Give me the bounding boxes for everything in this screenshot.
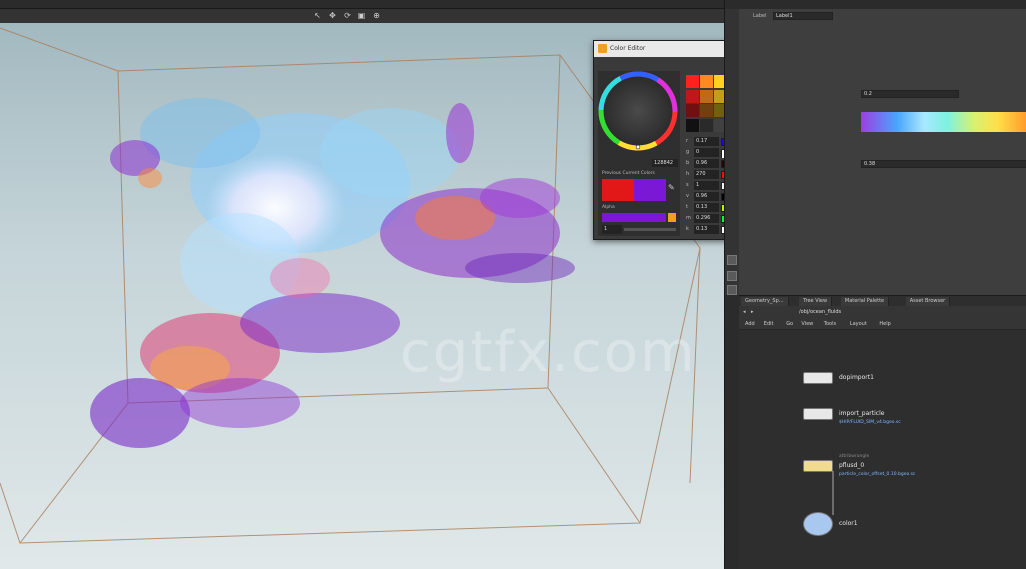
wheel-marker[interactable] xyxy=(635,144,641,150)
channel-value-field[interactable]: 0.17 xyxy=(694,137,719,146)
label-field[interactable]: Label1 xyxy=(773,12,833,20)
move-icon[interactable]: ✥ xyxy=(328,11,337,20)
node-name: pflusd_0 xyxy=(839,462,865,469)
node-comment: $HIP/FLUID_SIM_v4.bgeo.sc xyxy=(839,420,901,425)
houdini-logo-icon xyxy=(598,44,607,53)
channel-value-field[interactable]: 0.96 xyxy=(694,192,719,201)
position-field[interactable]: 0.2 xyxy=(861,90,959,98)
forward-icon[interactable]: ▸ xyxy=(751,309,754,315)
palette-swatch[interactable] xyxy=(699,75,713,88)
network-path-bar: ◂ ▸ /obj/ocean_fluids xyxy=(739,306,1026,318)
menu-view[interactable]: View xyxy=(801,321,813,327)
color-wheel-panel: 128842 Previous Current Colors ✎ Alpha 1 xyxy=(598,71,680,236)
viewport-toolbar: ↖ ✥ ⟳ ▣ ⊕ xyxy=(0,9,724,23)
previous-current-label: Previous Current Colors xyxy=(602,171,655,176)
back-icon[interactable]: ◂ xyxy=(743,309,746,315)
channel-value-field[interactable]: 0.296 xyxy=(694,214,719,223)
palette-swatch[interactable] xyxy=(699,118,713,132)
channel-label: t xyxy=(686,204,688,210)
channel-value-field[interactable]: 270 xyxy=(694,170,719,179)
network-tab[interactable]: Geometry_Sp... xyxy=(741,297,789,306)
menu-help[interactable]: Help xyxy=(879,321,890,327)
channel-value-field[interactable]: 0 xyxy=(694,148,719,157)
network-tab[interactable]: Material Palette xyxy=(840,297,890,306)
network-tab[interactable]: Asset Browser xyxy=(905,297,951,306)
node-wires xyxy=(832,471,834,515)
node-name: import_particle xyxy=(839,410,885,417)
hex-field[interactable]: 128842 xyxy=(652,159,678,167)
channel-label: s xyxy=(686,182,689,188)
node-name: color1 xyxy=(839,520,858,527)
snap-icon[interactable]: ⊕ xyxy=(372,11,381,20)
label-label: Label xyxy=(753,13,767,19)
palette-swatch[interactable] xyxy=(686,89,699,103)
menu-layout[interactable]: Layout xyxy=(850,321,867,327)
channel-label: k xyxy=(686,226,689,232)
menu-edit[interactable]: Edit xyxy=(764,321,774,327)
ramp-value-field[interactable]: 0.38 xyxy=(861,160,1026,168)
network-icon-strip xyxy=(725,295,739,569)
node-name: dopimport1 xyxy=(839,374,874,381)
channel-label: g xyxy=(686,149,690,155)
menu-go[interactable]: Go xyxy=(786,321,793,327)
panel-tool-icon[interactable] xyxy=(727,285,737,295)
viewport-topbar xyxy=(0,0,724,9)
network-path[interactable]: /obj/ocean_fluids xyxy=(799,309,841,315)
palette-swatch[interactable] xyxy=(686,75,699,88)
palette-swatch[interactable] xyxy=(699,89,713,103)
node-body[interactable] xyxy=(803,372,833,384)
alpha-swatch xyxy=(602,213,666,222)
current-color-swatch[interactable] xyxy=(634,179,666,201)
palette-swatch[interactable] xyxy=(686,104,699,117)
channel-label: b xyxy=(686,160,690,166)
houdini-app: ↖ ✥ ⟳ ▣ ⊕ cgtfx.com Color Editor 128842 … xyxy=(0,0,1026,569)
channel-value-field[interactable]: 1 xyxy=(694,181,719,190)
color-wheel[interactable] xyxy=(598,71,680,151)
panel-tool-icon[interactable] xyxy=(727,271,737,281)
alpha-slider[interactable] xyxy=(624,228,676,231)
previous-color-swatch[interactable] xyxy=(602,179,634,201)
palette-swatch[interactable] xyxy=(686,118,699,132)
channel-value-field[interactable]: 0.96 xyxy=(694,159,719,168)
network-tab[interactable]: Tree View xyxy=(799,297,833,306)
parameter-panel: Label Label1 0.2 0.38 Geometry_Sp... Tree… xyxy=(724,0,1026,569)
color-editor-title: Color Editor xyxy=(610,45,646,52)
alpha-lock-icon[interactable] xyxy=(668,213,676,222)
parameter-editor: Label Label1 0.2 0.38 xyxy=(739,9,1026,295)
menu-add[interactable]: Add xyxy=(745,321,755,327)
channel-label: v xyxy=(686,193,689,199)
network-menu: Add Edit Go View Tools Layout Help xyxy=(739,318,1026,330)
channel-label: m xyxy=(686,215,691,221)
alpha-field[interactable]: 1 xyxy=(602,225,622,234)
palette-swatch[interactable] xyxy=(699,104,713,117)
color-ramp[interactable] xyxy=(861,112,1026,132)
channel-label: r xyxy=(686,138,689,144)
network-tabs: Geometry_Sp... Tree View Material Palette A… xyxy=(739,295,1026,306)
network-editor[interactable]: dopimport1 import_particle $HIP/FLUID_SIM_… xyxy=(739,330,1026,569)
channel-value-field[interactable]: 0.13 xyxy=(694,225,719,234)
pencil-icon[interactable]: ✎ xyxy=(668,183,676,193)
node-body[interactable] xyxy=(803,460,833,472)
display-icon[interactable]: ▣ xyxy=(357,11,366,20)
select-icon[interactable]: ↖ xyxy=(313,11,322,20)
node-body[interactable] xyxy=(803,408,833,420)
node-comment: particle_color_offset_0.10.bgeo.sc xyxy=(839,472,916,477)
node-type: attribwrangle xyxy=(839,454,870,459)
channel-value-field[interactable]: 0.13 xyxy=(694,203,719,212)
rotate-icon[interactable]: ⟳ xyxy=(343,11,352,20)
alpha-label: Alpha xyxy=(602,205,615,210)
menu-tools[interactable]: Tools xyxy=(824,321,836,327)
node-body[interactable] xyxy=(803,512,833,536)
channel-label: h xyxy=(686,171,690,177)
panel-icon-strip xyxy=(725,9,739,295)
panel-tool-icon[interactable] xyxy=(727,255,737,265)
panel-topbar xyxy=(725,0,1026,9)
